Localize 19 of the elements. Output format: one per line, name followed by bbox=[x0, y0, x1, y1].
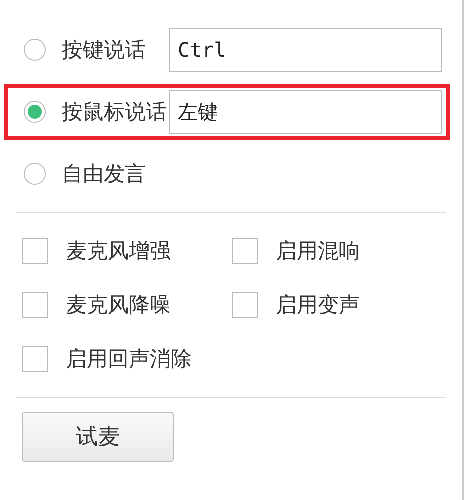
hotkey-field[interactable]: Ctrl bbox=[169, 28, 442, 72]
radio-label: 自由发言 bbox=[62, 161, 147, 188]
checkbox[interactable] bbox=[232, 238, 258, 264]
radio-label: 按鼠标说话 bbox=[62, 99, 168, 126]
radio-button[interactable] bbox=[24, 39, 46, 61]
radio-button[interactable] bbox=[24, 163, 46, 185]
test-mic-button[interactable]: 试麦 bbox=[22, 412, 174, 462]
checkbox[interactable] bbox=[22, 292, 48, 318]
checkbox-label: 麦克风增强 bbox=[66, 238, 171, 265]
radio-button[interactable] bbox=[24, 101, 46, 123]
checkbox[interactable] bbox=[22, 238, 48, 264]
radio-label: 按键说话 bbox=[62, 37, 147, 64]
hotkey-field[interactable]: 左键 bbox=[169, 90, 442, 134]
checkbox-label: 启用混响 bbox=[276, 238, 360, 265]
checkbox-label: 启用变声 bbox=[276, 292, 360, 319]
checkbox[interactable] bbox=[22, 346, 48, 372]
checkbox[interactable] bbox=[232, 292, 258, 318]
checkbox-label: 启用回声消除 bbox=[66, 346, 192, 373]
checkbox-label: 麦克风降噪 bbox=[66, 292, 171, 319]
